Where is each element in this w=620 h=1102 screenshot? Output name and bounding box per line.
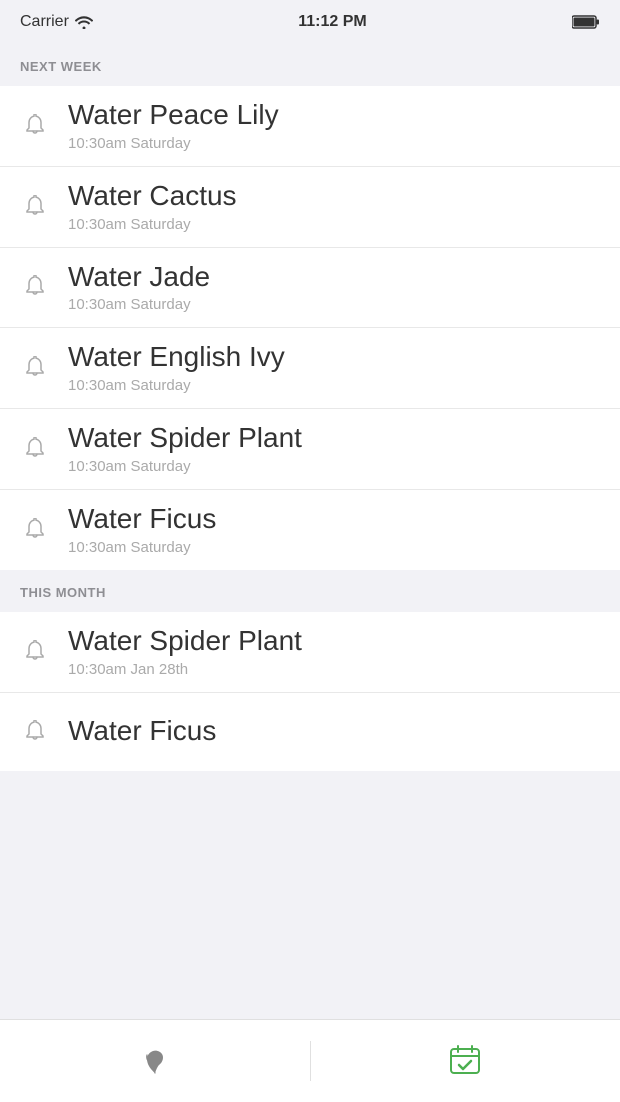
section-header-next-week: NEXT WEEK <box>0 44 620 86</box>
tab-bar <box>0 1019 620 1102</box>
list-item[interactable]: Water Peace Lily 10:30am Saturday <box>0 86 620 167</box>
status-bar: Carrier 11:12 PM <box>0 0 620 44</box>
bell-icon <box>20 720 52 744</box>
carrier-info: Carrier <box>20 13 93 31</box>
next-week-list: Water Peace Lily 10:30am Saturday Water … <box>0 86 620 570</box>
item-content: Water Spider Plant 10:30am Jan 28th <box>68 626 302 678</box>
bell-icon <box>20 356 52 380</box>
item-title: Water Ficus <box>68 716 216 747</box>
list-item[interactable]: Water Ficus 10:30am Saturday <box>0 490 620 570</box>
item-title: Water Spider Plant <box>68 423 302 454</box>
bell-icon <box>20 518 52 542</box>
this-month-list: Water Spider Plant 10:30am Jan 28th Wate… <box>0 612 620 771</box>
item-content: Water Spider Plant 10:30am Saturday <box>68 423 302 475</box>
item-subtitle: 10:30am Saturday <box>68 458 302 475</box>
list-item[interactable]: Water Ficus <box>0 693 620 771</box>
item-content: Water Ficus <box>68 716 216 747</box>
carrier-label: Carrier <box>20 13 69 31</box>
section-label-this-month: THIS MONTH <box>20 585 106 600</box>
list-item[interactable]: Water Jade 10:30am Saturday <box>0 248 620 329</box>
bell-icon <box>20 275 52 299</box>
status-time: 11:12 PM <box>298 13 366 31</box>
bell-icon <box>20 437 52 461</box>
status-right <box>572 15 600 29</box>
tab-calendar[interactable] <box>311 1020 620 1102</box>
item-subtitle: 10:30am Saturday <box>68 539 216 556</box>
battery-icon <box>572 15 600 29</box>
item-content: Water Jade 10:30am Saturday <box>68 262 210 314</box>
item-title: Water Ficus <box>68 504 216 535</box>
bell-icon <box>20 195 52 219</box>
item-subtitle: 10:30am Saturday <box>68 377 285 394</box>
item-content: Water English Ivy 10:30am Saturday <box>68 342 285 394</box>
item-title: Water Jade <box>68 262 210 293</box>
section-header-this-month: THIS MONTH <box>0 570 620 612</box>
leaf-icon <box>139 1045 171 1077</box>
wifi-icon <box>75 15 93 29</box>
item-subtitle: 10:30am Saturday <box>68 296 210 313</box>
bell-icon <box>20 640 52 664</box>
section-label-next-week: NEXT WEEK <box>20 59 102 74</box>
list-item[interactable]: Water Cactus 10:30am Saturday <box>0 167 620 248</box>
item-title: Water English Ivy <box>68 342 285 373</box>
list-item[interactable]: Water English Ivy 10:30am Saturday <box>0 328 620 409</box>
item-content: Water Cactus 10:30am Saturday <box>68 181 237 233</box>
item-title: Water Cactus <box>68 181 237 212</box>
item-content: Water Ficus 10:30am Saturday <box>68 504 216 556</box>
item-subtitle: 10:30am Saturday <box>68 135 279 152</box>
item-title: Water Spider Plant <box>68 626 302 657</box>
item-content: Water Peace Lily 10:30am Saturday <box>68 100 279 152</box>
tab-plants[interactable] <box>0 1020 310 1102</box>
calendar-check-icon <box>447 1043 483 1079</box>
item-subtitle: 10:30am Jan 28th <box>68 661 302 678</box>
bell-icon <box>20 114 52 138</box>
list-item[interactable]: Water Spider Plant 10:30am Jan 28th <box>0 612 620 693</box>
item-title: Water Peace Lily <box>68 100 279 131</box>
item-subtitle: 10:30am Saturday <box>68 216 237 233</box>
list-item[interactable]: Water Spider Plant 10:30am Saturday <box>0 409 620 490</box>
